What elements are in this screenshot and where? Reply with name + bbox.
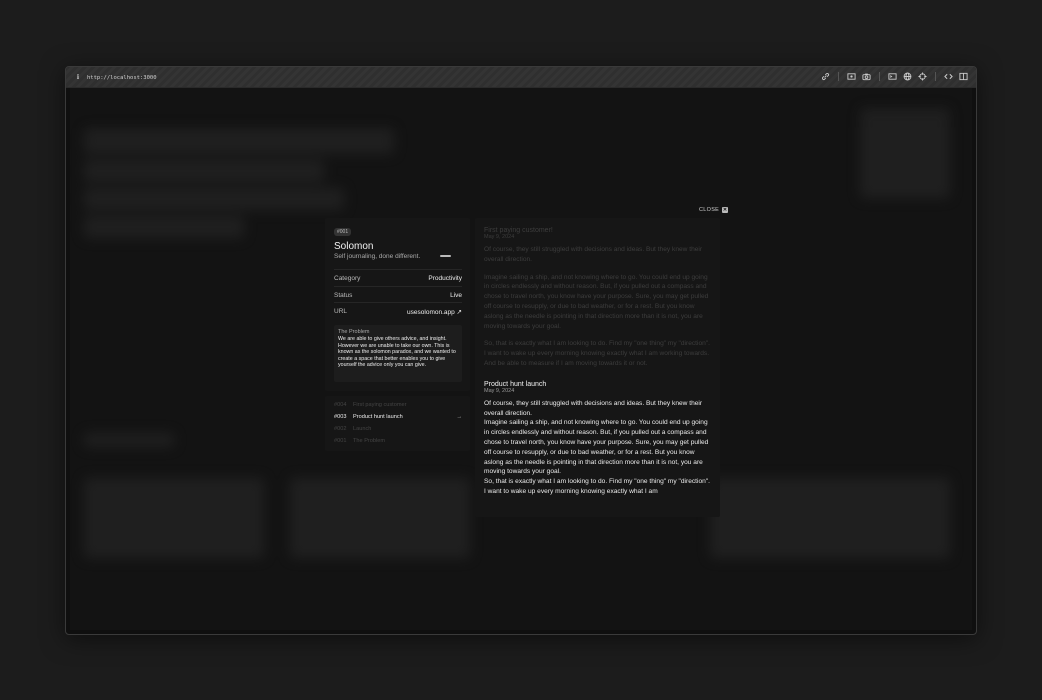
entry-heading: Product hunt launch [484,380,547,388]
bg-block [860,108,950,198]
terminal-icon[interactable] [888,72,897,81]
timeline-item-label: Launch [353,426,372,432]
toolbar-divider [879,72,880,81]
entry-paragraph: So, that is exactly what I am looking to… [484,340,710,367]
toolbar-divider [935,72,936,81]
image-icon[interactable] [847,72,856,81]
bg-block [84,128,394,154]
detail-label: Status [334,292,353,299]
camera-icon[interactable] [862,72,871,81]
problem-box: The Problem We are able to give others a… [334,325,462,382]
timeline-list: #004 First paying customer #003 Product … [325,396,470,451]
detail-value: Productivity [428,275,462,282]
timeline-item-label: The Problem [353,438,386,444]
timeline-item-number: #001 [334,438,347,444]
code-icon[interactable] [944,72,953,81]
globe-icon[interactable] [903,72,912,81]
project-url-link[interactable]: usesolomon.app ↗ [407,308,462,316]
detail-label: Category [334,275,361,282]
project-title: Solomon [334,241,374,252]
browser-toolbar: i http://localhost:3000 [66,67,976,88]
bg-block [84,188,344,210]
url-bar[interactable]: http://localhost:3000 [87,75,157,81]
close-label: CLOSE [699,207,720,213]
entry-heading: First paying customer! [484,227,553,234]
timeline-item[interactable]: #004 First paying customer [334,402,462,408]
timeline-item-label: Product hunt launch [353,414,403,420]
problem-heading: The Problem [338,329,370,335]
detail-row-category: Category Productivity [334,269,462,282]
entry-paragraph: Of course, they still struggled with dec… [484,399,703,417]
toolbar-tools [821,72,968,81]
problem-body: We are able to give others advice, and i… [338,336,456,369]
scroll-fade [475,499,720,517]
timeline-item-active[interactable]: #003 Product hunt launch → [334,414,462,420]
entry: Product hunt launch May 9, 2024 Of cours… [484,381,711,497]
entry-paragraph: Imagine sailing a ship, and not knowing … [484,273,709,330]
timeline-item-number: #003 [334,414,347,420]
bg-block [290,478,470,558]
close-icon: ✕ [722,207,729,213]
page-viewport: CLOSE ✕ #001 Solomon Self journaling, do… [70,88,972,630]
toolbar-divider [838,72,839,81]
detail-value: Live [450,292,462,299]
entry-paragraph: Imagine sailing a ship, and not knowing … [484,419,709,476]
entries-panel[interactable]: First paying customer! May 9, 2024 Of co… [475,218,720,517]
browser-window: i http://localhost:3000 CLOSE ✕ #001 Sol… [65,66,977,635]
project-subtitle: Self journaling, done different. [334,253,421,260]
detail-row-status: Status Live [334,286,462,299]
bg-block [84,160,324,182]
bg-block [710,478,950,558]
sidebar-icon[interactable] [959,72,968,81]
close-button[interactable]: CLOSE ✕ [699,207,729,213]
crosshair-icon[interactable] [918,72,927,81]
timeline-item[interactable]: #002 Launch [334,426,462,432]
entry-paragraph: So, that is exactly what I am looking to… [484,478,710,495]
bg-block [84,478,264,558]
entry-date: May 9, 2024 [484,234,515,240]
bg-block [84,216,244,238]
project-info-card: #001 Solomon Self journaling, done diffe… [325,218,470,391]
link-icon[interactable] [821,72,830,81]
arrow-right-icon: → [456,414,462,420]
detail-row-url: URL usesolomon.app ↗ [334,302,462,316]
timeline-item-label: First paying customer [353,402,407,408]
timeline-item[interactable]: #001 The Problem [334,438,462,444]
project-tag: #001 [334,228,352,236]
entry-paragraph: Of course, they still struggled with dec… [484,246,703,263]
collapse-toggle[interactable] [440,255,451,257]
info-icon[interactable]: i [77,73,79,81]
entry: First paying customer! May 9, 2024 Of co… [484,227,711,369]
timeline-item-number: #002 [334,426,347,432]
timeline-item-number: #004 [334,402,347,408]
entry-date: May 9, 2024 [484,387,515,394]
bg-block [84,433,174,447]
detail-label: URL [334,308,348,315]
